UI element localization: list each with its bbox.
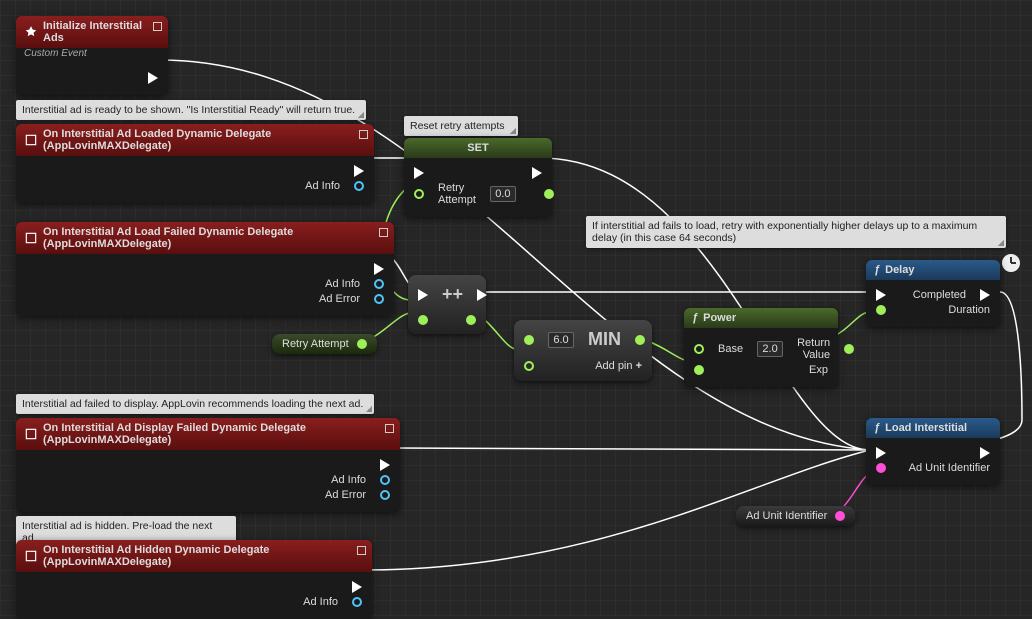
- duration-pin[interactable]: [876, 305, 886, 315]
- node-loaded[interactable]: On Interstitial Ad Loaded Dynamic Delega…: [16, 124, 374, 203]
- var-out-pin[interactable]: [835, 511, 845, 521]
- unbind-icon[interactable]: [385, 424, 394, 433]
- pin-label: Ad Info: [303, 596, 338, 608]
- node-title: Delay: [885, 264, 914, 276]
- node-title: Load Interstitial: [885, 422, 967, 434]
- addpin-label: Add pin: [595, 360, 632, 372]
- node-title: Power: [703, 312, 736, 324]
- exec-out-pin[interactable]: [352, 581, 362, 593]
- exec-out-pin[interactable]: [380, 459, 390, 471]
- node-hidden[interactable]: On Interstitial Ad Hidden Dynamic Delega…: [16, 540, 372, 619]
- adinfo-pin[interactable]: [354, 181, 364, 191]
- delegate-icon: [24, 133, 38, 147]
- pin-label: Ad Error: [325, 489, 366, 501]
- node-power[interactable]: ƒ Power Base 2.0 Return Value Exp: [684, 308, 838, 387]
- delegate-icon: [24, 231, 38, 245]
- exec-out-pin[interactable]: [980, 289, 990, 301]
- adinfo-pin[interactable]: [352, 597, 362, 607]
- node-auid-var[interactable]: Ad Unit Identifier: [736, 506, 855, 526]
- unbind-icon[interactable]: [153, 22, 162, 31]
- exec-out-pin[interactable]: [374, 263, 384, 275]
- pin-label: Ad Error: [319, 293, 360, 305]
- pin-label: Ad Info: [331, 474, 366, 486]
- node-min[interactable]: 6.0 MIN Add pin +: [514, 320, 652, 381]
- var-out-pin[interactable]: [357, 339, 367, 349]
- node-title: On Interstitial Ad Hidden Dynamic Delega…: [43, 544, 364, 568]
- adinfo-pin[interactable]: [380, 475, 390, 485]
- exp-pin[interactable]: [694, 365, 704, 375]
- exec-in-pin[interactable]: [876, 447, 886, 459]
- exec-out-pin[interactable]: [980, 447, 990, 459]
- exec-in-pin[interactable]: [418, 289, 428, 301]
- pin-label: Exp: [809, 364, 828, 376]
- var-label: Retry Attempt: [282, 338, 349, 350]
- pin-label: Base: [718, 343, 743, 355]
- node-title: On Interstitial Ad Display Failed Dynami…: [43, 422, 392, 446]
- latent-icon: [1002, 254, 1020, 272]
- value-input[interactable]: 6.0: [548, 332, 574, 348]
- exec-out-pin[interactable]: [354, 165, 364, 177]
- comment-retry[interactable]: If interstitial ad fails to load, retry …: [586, 216, 1006, 248]
- addpin-icon[interactable]: +: [636, 360, 642, 372]
- aderror-pin[interactable]: [380, 490, 390, 500]
- b-pin[interactable]: [524, 361, 534, 371]
- func-icon: ƒ: [874, 264, 880, 276]
- pin-label: Completed: [900, 289, 966, 301]
- node-load-interstitial[interactable]: ƒ Load Interstitial Ad Unit Identifier: [866, 418, 1000, 485]
- adinfo-pin[interactable]: [374, 279, 384, 289]
- delegate-icon: [24, 549, 38, 563]
- unbind-icon[interactable]: [359, 130, 368, 139]
- exec-out-pin[interactable]: [477, 289, 487, 301]
- aderror-pin[interactable]: [374, 294, 384, 304]
- op-label: MIN: [588, 329, 621, 350]
- pin-label: Retry Attempt: [438, 182, 476, 206]
- node-title: On Interstitial Ad Loaded Dynamic Delega…: [43, 128, 366, 152]
- node-increment[interactable]: ++: [408, 275, 486, 334]
- base-input[interactable]: 2.0: [757, 341, 783, 357]
- node-display-failed[interactable]: On Interstitial Ad Display Failed Dynami…: [16, 418, 400, 512]
- out-pin[interactable]: [635, 335, 645, 345]
- pin-label: Return Value: [797, 337, 830, 361]
- var-in-pin[interactable]: [414, 189, 424, 199]
- exec-in-pin[interactable]: [876, 289, 886, 301]
- node-initialize[interactable]: Initialize Interstitial Ads Custom Event: [16, 16, 168, 95]
- exec-out-pin[interactable]: [532, 167, 542, 179]
- pin-label: Ad Info: [325, 278, 360, 290]
- func-icon: ƒ: [692, 312, 698, 324]
- pin-label: Duration: [948, 304, 990, 316]
- comment-ready[interactable]: Interstitial ad is ready to be shown. "I…: [16, 100, 366, 120]
- exec-in-pin[interactable]: [414, 167, 424, 179]
- var-out-pin[interactable]: [544, 189, 554, 199]
- base-pin[interactable]: [694, 344, 704, 354]
- comment-reset[interactable]: Reset retry attempts: [404, 116, 518, 136]
- node-title: Initialize Interstitial Ads: [43, 20, 160, 44]
- node-load-failed[interactable]: On Interstitial Ad Load Failed Dynamic D…: [16, 222, 394, 316]
- node-title: On Interstitial Ad Load Failed Dynamic D…: [43, 226, 386, 250]
- node-retry-var[interactable]: Retry Attempt: [272, 334, 377, 354]
- node-subtitle: Custom Event: [16, 48, 168, 63]
- float-out-pin[interactable]: [466, 315, 476, 325]
- pin-label: Ad Info: [305, 180, 340, 192]
- op-label: ++: [442, 284, 463, 305]
- exec-out-pin[interactable]: [148, 72, 158, 84]
- node-set[interactable]: SET Retry Attempt 0.0: [404, 138, 552, 217]
- ret-pin[interactable]: [844, 344, 854, 354]
- unbind-icon[interactable]: [379, 228, 388, 237]
- a-pin[interactable]: [524, 335, 534, 345]
- node-title: SET: [467, 142, 488, 154]
- unbind-icon[interactable]: [357, 546, 366, 555]
- comment-dispfail[interactable]: Interstitial ad failed to display. AppLo…: [16, 394, 374, 414]
- auid-pin[interactable]: [876, 463, 886, 473]
- delegate-icon: [24, 427, 38, 441]
- event-icon: [24, 25, 38, 39]
- pin-label: Ad Unit Identifier: [909, 462, 990, 474]
- var-label: Ad Unit Identifier: [746, 510, 827, 522]
- func-icon: ƒ: [874, 422, 880, 434]
- node-delay[interactable]: ƒ Delay Completed Duration: [866, 260, 1000, 327]
- float-in-pin[interactable]: [418, 315, 428, 325]
- value-input[interactable]: 0.0: [490, 186, 516, 202]
